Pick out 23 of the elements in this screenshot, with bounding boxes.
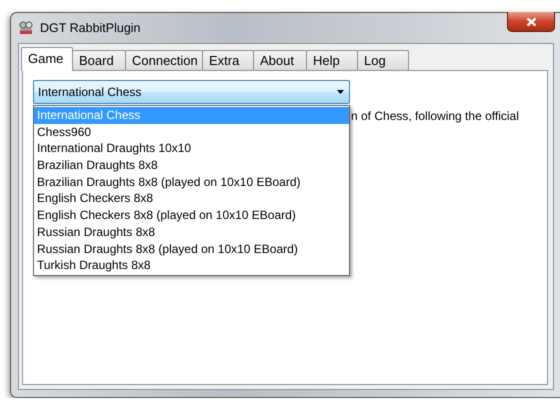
dropdown-option[interactable]: Russian Draughts 8x8 (played on 10x10 EBoard) [34,240,349,258]
window-title: DGT RabbitPlugin [40,21,141,35]
dropdown-option[interactable]: Turkish Draughts 8x8 [34,257,349,274]
tab[interactable]: Game [21,47,73,71]
tab[interactable]: Board [72,50,126,70]
dropdown-option[interactable]: English Checkers 8x8 (played on 10x10 EBoard) [34,207,349,224]
game-description: n of Chess, following the official [351,109,520,123]
dropdown-option[interactable]: Brazilian Draughts 8x8 (played on 10x10 EBoard) [34,174,349,190]
game-dropdown[interactable]: International Chess [33,80,350,104]
dropdown-option[interactable]: English Checkers 8x8 [34,190,349,208]
tab[interactable]: Connection [125,50,203,70]
app-icon [18,20,34,36]
dropdown-option[interactable]: Russian Draughts 8x8 [34,224,349,240]
close-button[interactable] [507,12,555,32]
tab[interactable]: Log [357,50,409,70]
dropdown-option[interactable]: Chess960 [34,124,349,140]
dropdown-arrow-icon [337,90,344,94]
dropdown-option[interactable]: Brazilian Draughts 8x8 [34,157,349,174]
close-icon [526,16,536,26]
tab[interactable]: Help [306,50,358,70]
tab[interactable]: Extra [202,50,254,70]
tab[interactable]: About [253,50,307,70]
dropdown-option[interactable]: International Draughts 10x10 [34,140,349,158]
